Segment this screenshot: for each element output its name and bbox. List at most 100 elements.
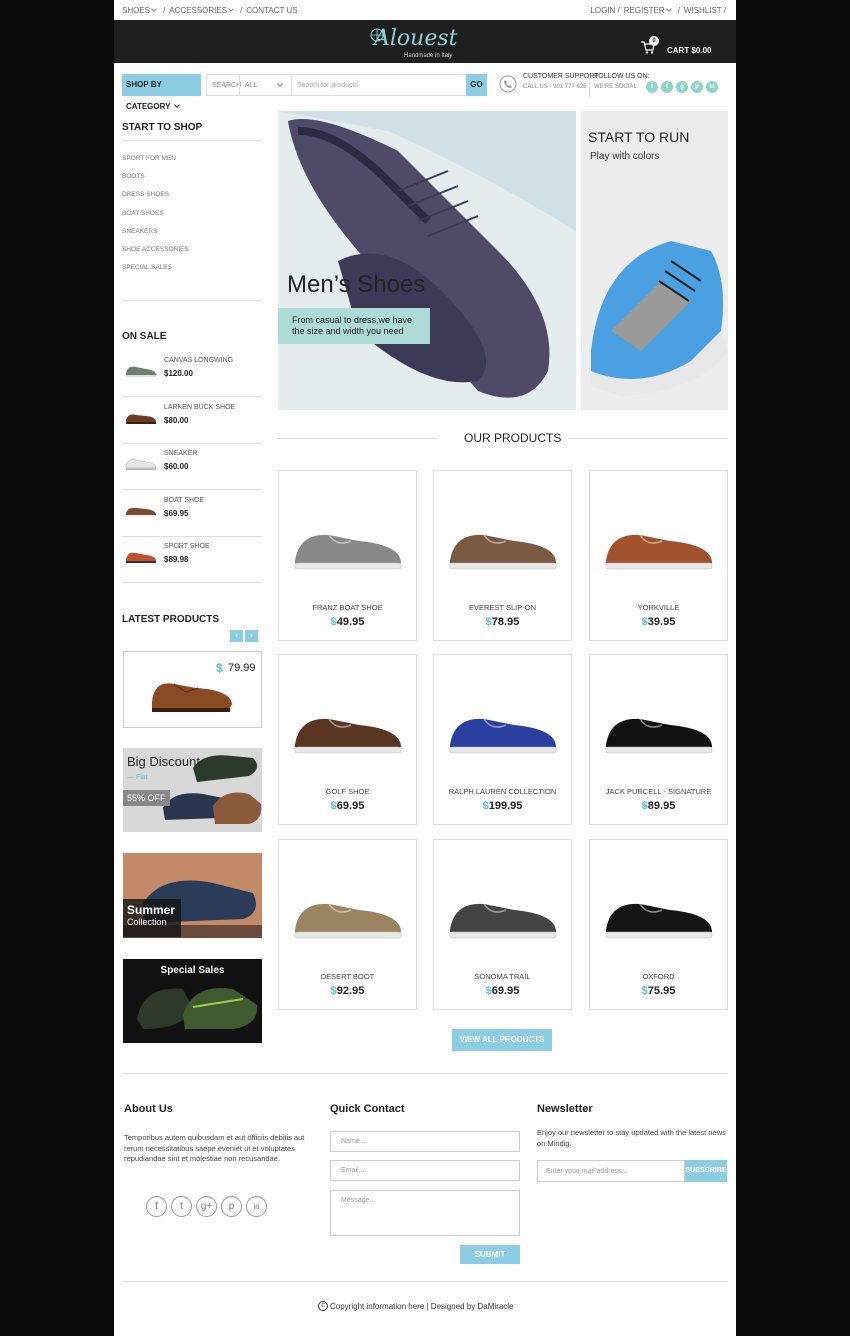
- category-item[interactable]: SPECIAL SALES: [122, 259, 189, 277]
- pinterest-icon[interactable]: p: [221, 1196, 242, 1217]
- price-value: 78.95: [491, 616, 520, 628]
- follow-sub: WE'RE SOCIAL: [594, 84, 637, 90]
- product-name: RALPH LAUREN COLLECTION: [448, 787, 557, 796]
- search-bar: SEARCH ALL Search for products: [206, 74, 487, 96]
- product-card[interactable]: JACK PURCELL - SIGNATURE $89.95: [589, 654, 728, 825]
- product-name: JACK PURCELL - SIGNATURE: [605, 787, 712, 796]
- search-input[interactable]: Search for products: [297, 82, 358, 89]
- promo-subtitle: Collection: [127, 917, 167, 927]
- product-price: $92.95: [279, 985, 416, 997]
- on-sale-item[interactable]: CANVAS LONGWING $120.00: [122, 351, 262, 397]
- carousel-prev-button[interactable]: ‹: [230, 630, 243, 642]
- product-name: CANVAS LONGWING: [164, 357, 234, 364]
- nav-shoes[interactable]: SHOES: [122, 6, 159, 15]
- product-card[interactable]: RALPH LAUREN COLLECTION $199.95: [433, 654, 572, 825]
- latest-product-card[interactable]: $ 79.99: [123, 651, 262, 728]
- product-card[interactable]: OXFORD $75.95: [589, 839, 728, 1010]
- product-card[interactable]: YORKVILLE $39.95 SALE!: [589, 470, 728, 641]
- search-scope-select[interactable]: ALL: [239, 75, 292, 95]
- product-price: $89.95: [590, 800, 727, 812]
- shop-by-category-button[interactable]: SHOP BY CATEGORY: [122, 74, 201, 111]
- facebook-icon[interactable]: f: [146, 1196, 167, 1217]
- special-sales-banner[interactable]: Special Sales: [123, 959, 262, 1043]
- logo[interactable]: Alouest Handmade in Italy: [364, 24, 484, 60]
- product-name: SPORT SHOE: [164, 543, 210, 550]
- newsletter-email-input[interactable]: Enter youe mail address...: [537, 1160, 685, 1182]
- category-item[interactable]: SHOE ACCESSORIES: [122, 241, 189, 259]
- price-value: 69.95: [336, 800, 365, 812]
- on-sale-item[interactable]: SNEAKER $60.00: [122, 444, 262, 490]
- login-link[interactable]: LOGIN /: [590, 6, 619, 15]
- brogue-shoe-image: [152, 683, 232, 712]
- support-title: CUSTOMER SUPPORT: [523, 73, 599, 80]
- linkedin-icon[interactable]: in: [246, 1196, 267, 1217]
- shoe-thumbnail: [125, 459, 157, 470]
- product-name: GOLF SHOE: [325, 787, 370, 796]
- category-item[interactable]: SNEAKERS: [122, 223, 189, 241]
- our-products-title: OUR PRODUCTS: [464, 431, 562, 445]
- twitter-icon[interactable]: t: [171, 1196, 192, 1217]
- promo-title: Summer: [127, 903, 176, 917]
- linkedin-icon[interactable]: in: [706, 81, 718, 93]
- start-to-run-banner[interactable]: START TO RUN Play with colors: [581, 111, 728, 410]
- top-bar: SHOES / ACCESSORIES / CONTACT US LOGIN /…: [114, 0, 736, 20]
- register-label: REGISTER: [623, 6, 665, 15]
- subscribe-button[interactable]: SUBSCRIBE: [685, 1160, 727, 1182]
- product-card[interactable]: DESERT BOOT $92.95 SALE!: [278, 839, 417, 1010]
- google-plus-icon[interactable]: g: [676, 81, 688, 93]
- product-price: $69.95: [434, 985, 571, 997]
- register-link[interactable]: REGISTER: [624, 6, 674, 15]
- google-plus-icon[interactable]: g+: [196, 1196, 217, 1217]
- summer-collection-banner[interactable]: Summer Collection: [123, 853, 262, 938]
- product-price: $199.95: [434, 800, 571, 812]
- product-card[interactable]: SONOMA TRAIL $69.95: [433, 839, 572, 1010]
- contact-email-input[interactable]: Email...: [330, 1160, 520, 1181]
- nav-accessories[interactable]: ACCESSORIES: [169, 6, 236, 15]
- facebook-icon[interactable]: f: [646, 81, 658, 93]
- category-item[interactable]: BOAT SHOES: [122, 205, 189, 223]
- shoe-thumbnail: [126, 414, 156, 424]
- category-item[interactable]: SPORT FOR MEN: [122, 150, 189, 168]
- cart-link[interactable]: CART $0.00: [667, 46, 711, 55]
- promo-flat-label: Flat: [135, 774, 148, 781]
- pinterest-icon[interactable]: p: [691, 81, 703, 93]
- product-card[interactable]: FRANZ BOAT SHOE $49.95: [278, 470, 417, 641]
- price-value: 49.95: [336, 616, 365, 628]
- view-all-products-button[interactable]: VIEW ALL PRODUCTS: [452, 1029, 552, 1051]
- separator: /: [240, 6, 243, 15]
- submit-button[interactable]: SUBMIT: [460, 1245, 520, 1264]
- on-sale-item[interactable]: BOAT SHOE $69.95: [122, 491, 262, 537]
- latest-products-title: LATEST PRODUCTS: [122, 614, 220, 625]
- contact-message-textarea[interactable]: Message...: [330, 1190, 520, 1236]
- chevron-down-icon: [151, 6, 157, 12]
- search-go-button[interactable]: GO: [466, 74, 487, 96]
- shop-by-category-label: SHOP BY CATEGORY: [126, 80, 171, 111]
- promo-label-box: Summer Collection: [123, 899, 181, 937]
- on-sale-item[interactable]: SPORT SHOE $89.98: [122, 537, 262, 583]
- big-discount-banner[interactable]: Big Discount — Flat 55% OFF: [123, 748, 262, 832]
- twitter-icon[interactable]: t: [661, 81, 673, 93]
- side-banner-subtitle: Play with colors: [590, 151, 660, 162]
- on-sale-item[interactable]: LARKEN BUCK SHOE $80.00: [122, 398, 262, 444]
- nav-accessories-label: ACCESSORIES: [169, 6, 228, 15]
- divider: [568, 438, 728, 439]
- category-item[interactable]: BOOTS: [122, 168, 189, 186]
- carousel-next-button[interactable]: ›: [245, 630, 258, 642]
- cart-count-badge: 0: [649, 36, 659, 46]
- nav-contact[interactable]: CONTACT US: [246, 6, 297, 15]
- product-card[interactable]: GOLF SHOE $69.95: [278, 654, 417, 825]
- support-phone: CALL US - 901 777 625: [523, 84, 587, 90]
- hero-banner[interactable]: Men’s Shoes From casual to dress,we have…: [278, 111, 576, 410]
- wishlist-link[interactable]: WISHLIST /: [684, 6, 726, 15]
- follow-us: FOLLOW US ON: WE'RE SOCIAL: [594, 73, 650, 90]
- product-card[interactable]: EVEREST SLIP-ON $78.95 SALE!: [433, 470, 572, 641]
- product-price: $89.98: [164, 555, 189, 564]
- contact-name-input[interactable]: Name...: [330, 1131, 520, 1152]
- about-us-title: About Us: [124, 1103, 173, 1115]
- category-item[interactable]: DRESS SHOES: [122, 186, 189, 204]
- price-value: 199.95: [488, 800, 523, 812]
- nav-shoes-label: SHOES: [122, 6, 151, 15]
- price-value: 75.95: [647, 985, 676, 997]
- separator: /: [163, 6, 166, 15]
- promo-title: Big Discount: [127, 754, 200, 769]
